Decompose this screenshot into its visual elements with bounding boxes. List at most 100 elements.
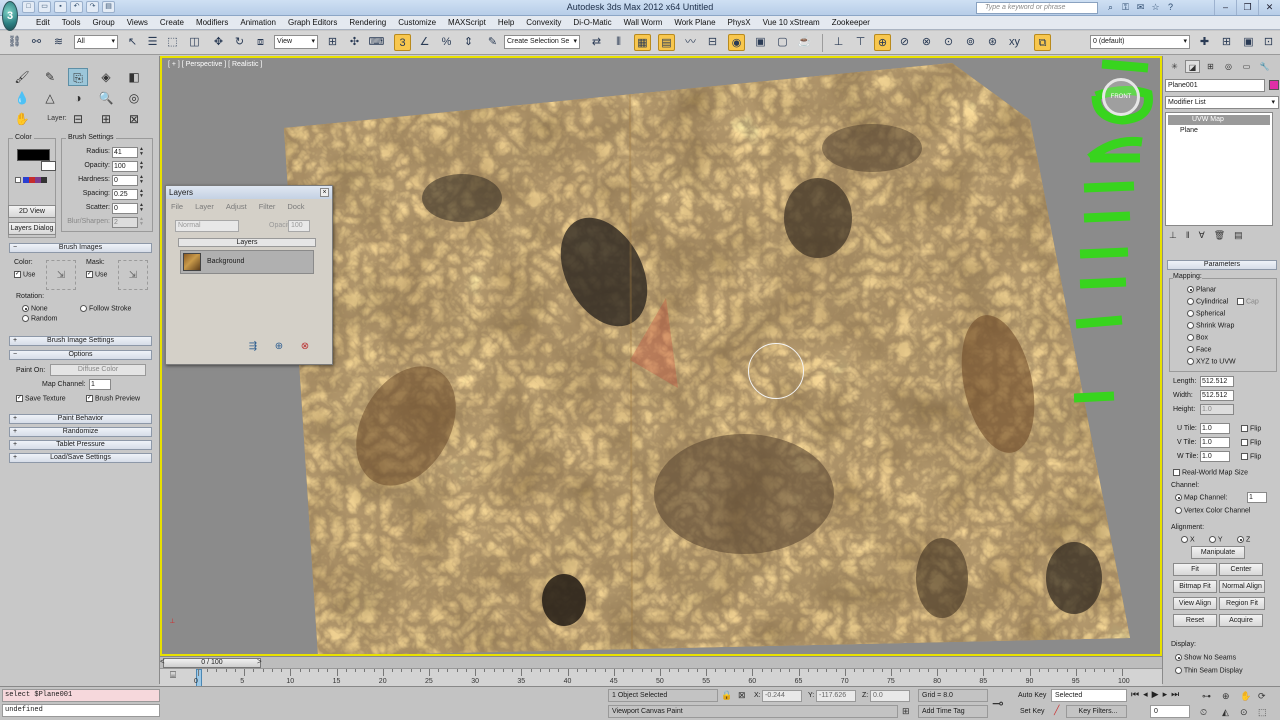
- paint-brush-icon[interactable]: 🖌: [12, 68, 32, 86]
- v-tile-spinner[interactable]: 1.0: [1200, 437, 1230, 448]
- layer-row[interactable]: Background: [180, 250, 314, 274]
- link-icon[interactable]: ⛓: [6, 34, 23, 51]
- layers-dialog-title-bar[interactable]: Layers ×: [166, 186, 332, 199]
- align-icon[interactable]: ⫴: [610, 34, 627, 51]
- smudge-icon[interactable]: ◎: [124, 89, 144, 107]
- time-slider-handle[interactable]: 0 / 100: [163, 658, 261, 668]
- show-end-result-icon[interactable]: ‖: [1186, 230, 1190, 241]
- width-spinner[interactable]: 512.512: [1200, 390, 1234, 401]
- sharpen-icon[interactable]: △: [40, 89, 60, 107]
- menu-modifiers[interactable]: Modifiers: [190, 17, 234, 29]
- scale-icon[interactable]: ⧈: [252, 34, 269, 51]
- close-button[interactable]: ✕: [1258, 0, 1280, 15]
- window-crossing-icon[interactable]: ◫: [186, 34, 203, 51]
- wall-worm-tool-3-icon[interactable]: ⊕: [874, 34, 891, 51]
- rollout-paint-behavior[interactable]: + Paint Behavior: [9, 414, 152, 424]
- edit-named-selection-icon[interactable]: ✎: [484, 34, 501, 51]
- utilities-tab-icon[interactable]: 🔧: [1257, 60, 1272, 73]
- search-icon[interactable]: ⌕: [1104, 1, 1117, 14]
- length-spinner[interactable]: 512.512: [1200, 376, 1234, 387]
- clone-icon[interactable]: ⎘: [68, 68, 88, 86]
- show-no-seams-radio[interactable]: Show No Seams: [1175, 654, 1236, 661]
- pin-stack-icon[interactable]: ⊥: [1169, 230, 1177, 241]
- layers-dialog-button[interactable]: Layers Dialog: [8, 222, 56, 235]
- hierarchy-tab-icon[interactable]: ⊞: [1203, 60, 1218, 73]
- menu-tools[interactable]: Tools: [56, 17, 87, 29]
- unlink-icon[interactable]: ⚯: [28, 34, 45, 51]
- key-mode-toggle-icon[interactable]: ⊶: [1202, 691, 1211, 702]
- next-frame-icon[interactable]: ▸: [1163, 689, 1168, 700]
- center-button[interactable]: Center: [1219, 563, 1263, 576]
- region-fit-button[interactable]: Region Fit: [1219, 597, 1265, 610]
- brush-images-rollout[interactable]: − Brush Images: [9, 243, 152, 253]
- menu-rendering[interactable]: Rendering: [343, 17, 392, 29]
- current-layer-dropdown[interactable]: 0 (default): [1090, 35, 1190, 49]
- menu-physx[interactable]: PhysX: [722, 17, 757, 29]
- make-unique-icon[interactable]: ∀: [1199, 230, 1205, 241]
- key-filters-button[interactable]: Key Filters...: [1066, 705, 1127, 718]
- z-coord-field[interactable]: 0.0: [870, 690, 910, 702]
- subscription-icon[interactable]: ⚿: [1119, 1, 1132, 14]
- stack-item-uvw-map[interactable]: UVW Map: [1168, 115, 1270, 125]
- key-filter-icon[interactable]: ╱: [1054, 705, 1059, 716]
- track-bar[interactable]: 0 5 10 15 20 25 30 35 40 45 50 55 60 65 70 75 80 85 90 95 10…: [160, 668, 1162, 687]
- wall-worm-tool-2-icon[interactable]: ⊤: [852, 34, 869, 51]
- absolute-mode-icon[interactable]: ⊠: [738, 690, 746, 701]
- menu-convexity[interactable]: Convexity: [520, 17, 567, 29]
- menu-zookeeper[interactable]: Zookeeper: [826, 17, 876, 29]
- maximize-viewport-icon[interactable]: ⬚: [1258, 707, 1267, 718]
- application-button[interactable]: 3: [2, 1, 18, 31]
- zoom-extents-all-icon[interactable]: ⊕: [1222, 691, 1230, 702]
- key-mode-dropdown[interactable]: Selected: [1051, 689, 1127, 702]
- options-rollout[interactable]: − Options: [9, 350, 152, 360]
- pan-icon[interactable]: ✋: [1240, 691, 1251, 702]
- background-color-swatch[interactable]: [41, 161, 56, 171]
- mapping-xyz-to-uvw-radio[interactable]: XYZ to UVW: [1187, 358, 1236, 365]
- align-z-radio[interactable]: Z: [1237, 536, 1250, 543]
- wall-worm-tool-4-icon[interactable]: ⊘: [896, 34, 913, 51]
- rotation-none-radio[interactable]: None: [22, 305, 48, 312]
- contrast-icon[interactable]: ◑: [68, 89, 88, 107]
- select-by-name-icon[interactable]: ☰: [144, 34, 161, 51]
- mapping-cylindrical-radio[interactable]: Cylindrical: [1187, 298, 1228, 305]
- previous-frame-icon[interactable]: ◂: [1143, 689, 1148, 700]
- opacity-spinner[interactable]: 100: [112, 161, 138, 172]
- spinner-snap-icon[interactable]: ⇕: [460, 34, 477, 51]
- selection-filter-dropdown[interactable]: All: [74, 35, 118, 49]
- fill-icon[interactable]: ◈: [96, 68, 116, 86]
- add-to-layer-icon[interactable]: ⊞: [1218, 34, 1235, 51]
- menu-customize[interactable]: Customize: [392, 17, 442, 29]
- render-setup-icon[interactable]: ▣: [752, 34, 769, 51]
- brush-image-settings-rollout[interactable]: + Brush Image Settings: [9, 336, 152, 346]
- angle-snap-icon[interactable]: ∠: [416, 34, 433, 51]
- menu-create[interactable]: Create: [154, 17, 190, 29]
- stack-item-plane[interactable]: Plane: [1180, 127, 1198, 134]
- layer-add-icon[interactable]: ⊟: [68, 110, 88, 128]
- percent-snap-icon[interactable]: %: [438, 34, 455, 51]
- help-icon[interactable]: ?: [1164, 1, 1177, 14]
- menu-graph-editors[interactable]: Graph Editors: [282, 17, 343, 29]
- named-selection-dropdown[interactable]: Create Selection Se: [504, 35, 580, 49]
- close-icon[interactable]: ×: [320, 188, 329, 197]
- hardness-spinner-arrows[interactable]: ▲ ▼: [139, 175, 144, 185]
- field-of-view-icon[interactable]: ◭: [1222, 707, 1229, 718]
- uvw-map-channel-spinner[interactable]: 1: [1247, 492, 1267, 503]
- time-configuration-icon[interactable]: ⏲: [1200, 707, 1207, 718]
- menu-di-o-matic[interactable]: Di-O-Matic: [567, 17, 617, 29]
- set-key-icon[interactable]: ⊸: [992, 695, 1004, 712]
- maxscript-listener-input[interactable]: select $Plane001: [2, 689, 160, 702]
- save-texture-checkbox[interactable]: ✓ Save Texture: [16, 395, 66, 402]
- wall-worm-tool-7-icon[interactable]: ⊚: [962, 34, 979, 51]
- layer-duplicate-icon[interactable]: ⊞: [96, 110, 116, 128]
- y-coord-field[interactable]: -117.626: [816, 690, 856, 702]
- mini-curve-editor-icon[interactable]: ⌸: [170, 670, 176, 681]
- move-icon[interactable]: ✥: [210, 34, 227, 51]
- viewport-label[interactable]: [ + ] [ Perspective ] [ Realistic ]: [168, 61, 262, 68]
- eraser-icon[interactable]: ✎: [40, 68, 60, 86]
- spacing-spinner[interactable]: 0.25: [112, 189, 138, 200]
- play-icon[interactable]: ▶: [1152, 689, 1159, 700]
- modifier-list-dropdown[interactable]: Modifier List: [1165, 96, 1279, 109]
- rotate-icon[interactable]: ↻: [231, 34, 248, 51]
- wall-worm-tool-8-icon[interactable]: ⊛: [984, 34, 1001, 51]
- dodge-icon[interactable]: 🔍: [96, 89, 116, 107]
